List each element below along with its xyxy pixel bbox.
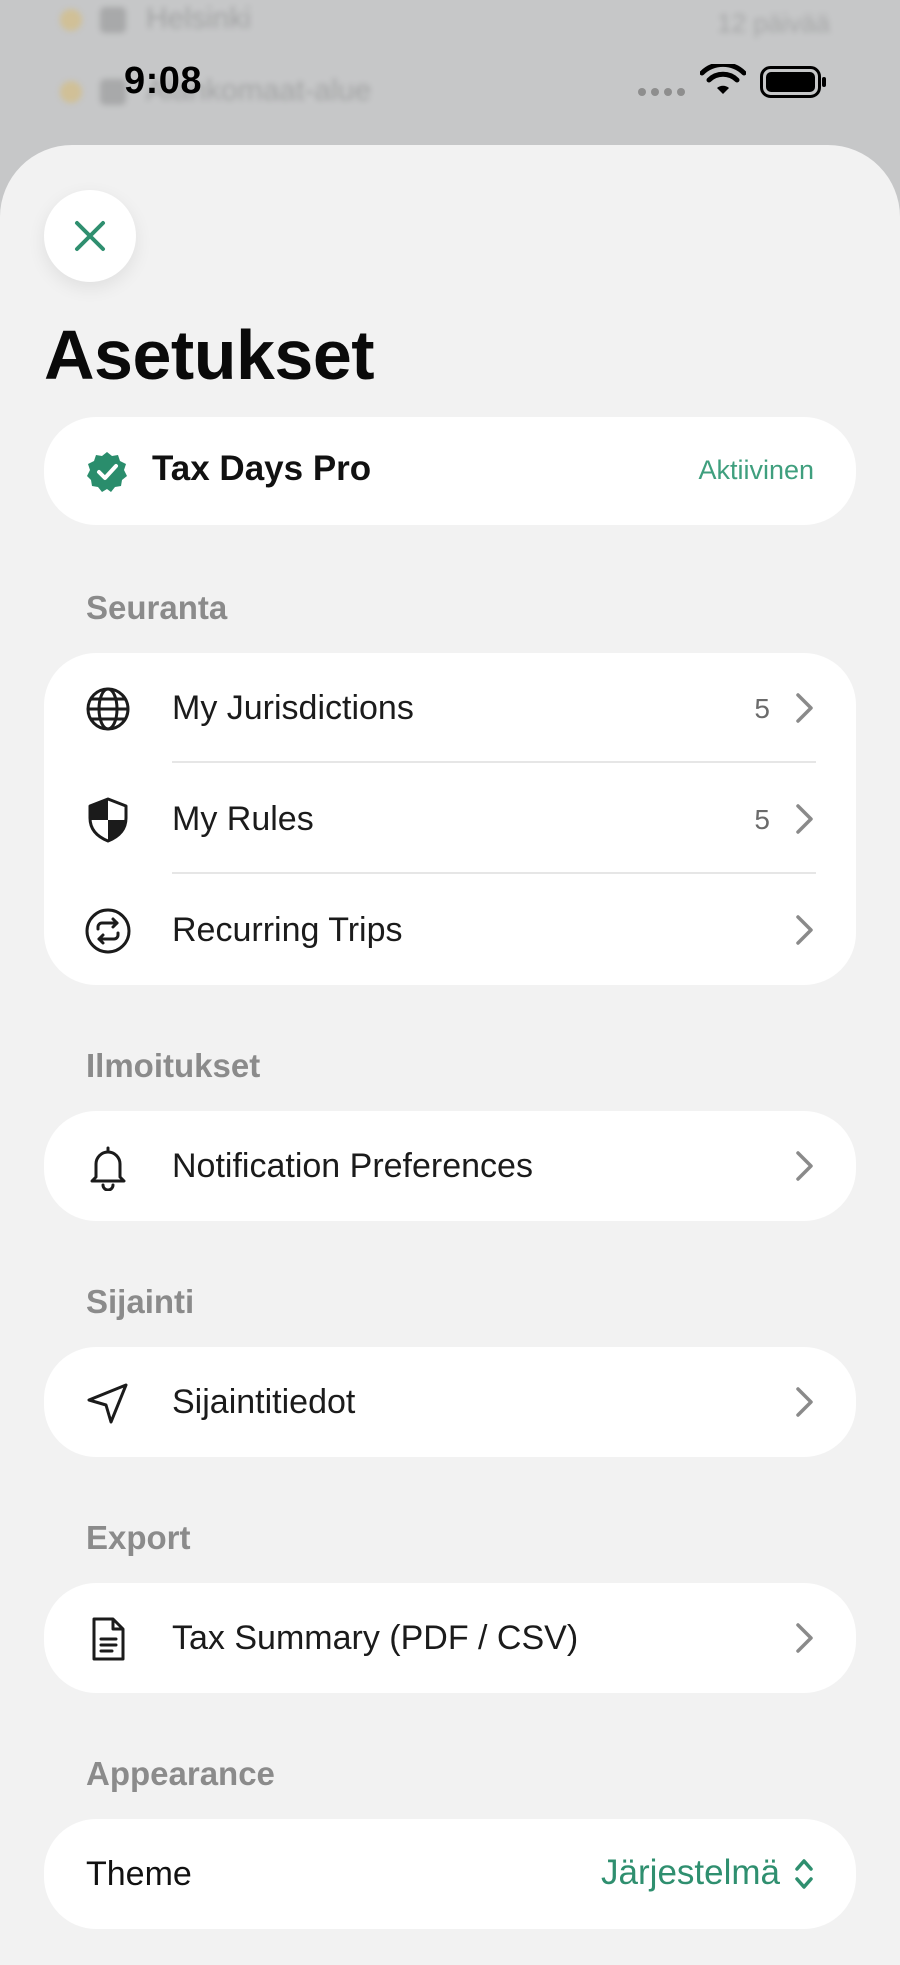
bell-icon	[90, 1146, 126, 1191]
section-label-tracking: Seuranta	[86, 589, 228, 626]
status-bar: 9:08	[0, 0, 900, 150]
location-card: Sijaintitiedot	[44, 1347, 856, 1457]
close-icon	[75, 221, 105, 251]
tracking-card: My Jurisdictions 5 My Rules 5 Recurring …	[44, 653, 856, 985]
settings-row-tax-summary[interactable]: Tax Summary (PDF / CSV)	[44, 1583, 856, 1693]
wifi-icon	[700, 64, 746, 94]
settings-row-label: Notification Preferences	[172, 1147, 533, 1185]
shield-icon	[88, 797, 128, 843]
chevron-right-icon	[796, 915, 813, 945]
settings-row-label: Tax Summary (PDF / CSV)	[172, 1619, 579, 1657]
settings-row-label: My Rules	[172, 800, 314, 838]
pro-subscription-card[interactable]: Tax Days Pro Aktiivinen	[44, 417, 856, 525]
export-card: Tax Summary (PDF / CSV)	[44, 1583, 856, 1693]
settings-row-jurisdictions[interactable]: My Jurisdictions 5	[44, 653, 856, 763]
settings-row-location-data[interactable]: Sijaintitiedot	[44, 1347, 856, 1457]
close-button[interactable]	[44, 190, 136, 282]
globe-icon	[86, 687, 130, 731]
chevron-right-icon	[796, 1387, 813, 1417]
battery-icon	[760, 66, 826, 98]
repeat-icon	[85, 908, 131, 954]
cellular-signal-icon	[638, 88, 685, 96]
settings-row-notification-preferences[interactable]: Notification Preferences	[44, 1111, 856, 1221]
row-divider	[172, 872, 816, 874]
row-divider	[172, 761, 816, 763]
status-time: 9:08	[124, 60, 203, 102]
section-label-appearance: Appearance	[86, 1755, 275, 1792]
settings-row-label: Recurring Trips	[172, 911, 403, 949]
chevron-right-icon	[796, 1623, 813, 1653]
theme-label: Theme	[86, 1855, 192, 1893]
page-title: Asetukset	[44, 316, 375, 394]
section-label-location: Sijainti	[86, 1283, 195, 1320]
pro-plan-name: Tax Days Pro	[152, 449, 372, 488]
document-icon	[92, 1617, 125, 1661]
chevron-up-down-icon[interactable]	[792, 1855, 816, 1893]
settings-row-label: Sijaintitiedot	[172, 1383, 356, 1421]
location-arrow-icon	[87, 1383, 128, 1424]
chevron-right-icon	[796, 693, 813, 723]
notifications-card: Notification Preferences	[44, 1111, 856, 1221]
settings-row-recurring-trips[interactable]: Recurring Trips	[44, 875, 856, 985]
settings-row-label: My Jurisdictions	[172, 689, 414, 727]
section-label-notifications: Ilmoitukset	[86, 1047, 261, 1084]
settings-sheet: Asetukset Tax Days Pro Aktiivinen Seuran…	[0, 145, 900, 1965]
section-label-export: Export	[86, 1519, 191, 1556]
rules-count: 5	[754, 804, 770, 835]
pro-status-label: Aktiivinen	[698, 455, 814, 485]
chevron-right-icon	[796, 1151, 813, 1181]
theme-picker-value[interactable]: Järjestelmä	[601, 1853, 780, 1893]
jurisdictions-count: 5	[754, 693, 770, 724]
settings-row-rules[interactable]: My Rules 5	[44, 764, 856, 874]
verified-badge-icon	[87, 452, 127, 492]
appearance-card: Theme Järjestelmä	[44, 1819, 856, 1929]
chevron-right-icon	[796, 804, 813, 834]
